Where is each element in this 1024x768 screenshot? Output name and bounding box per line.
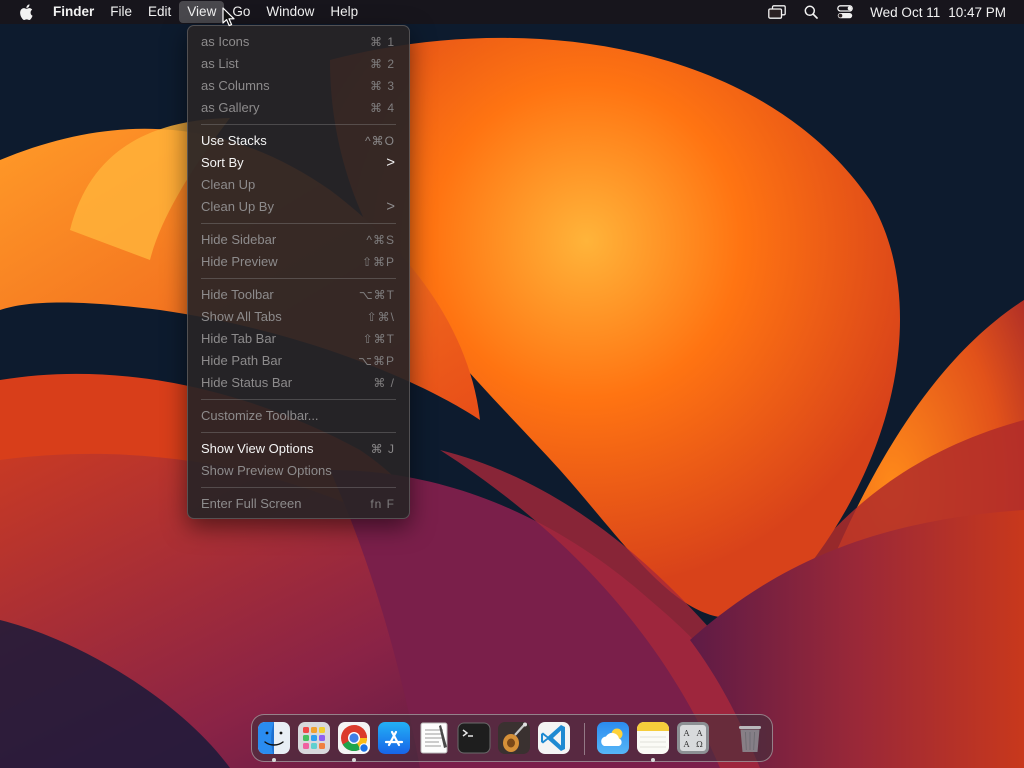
menu-item-clean-up-by[interactable]: Clean Up By > (188, 196, 409, 218)
menu-item-label: Hide Status Bar (201, 375, 293, 390)
menu-item-customize-toolbar[interactable]: Customize Toolbar... (188, 405, 409, 427)
clock-date: Wed Oct 11 (870, 4, 941, 20)
dock-running-indicator (651, 758, 655, 762)
menu-item-show-preview-options[interactable]: Show Preview Options (188, 460, 409, 482)
menu-separator (201, 399, 396, 400)
menu-item-show-all-tabs[interactable]: Show All Tabs ⇧⌘\ (188, 306, 409, 328)
menu-bar-status-area: Wed Oct 11 10:47 PM (760, 0, 1024, 24)
dock-notes-icon[interactable] (636, 721, 670, 755)
menu-item-hide-path-bar[interactable]: Hide Path Bar ⌥⌘P (188, 350, 409, 372)
dock-finder-icon[interactable] (257, 721, 291, 755)
menu-item-label: Enter Full Screen (201, 496, 302, 511)
menu-item-label: as Columns (201, 78, 270, 93)
menu-edit[interactable]: Edit (140, 1, 179, 23)
menu-item-as-columns[interactable]: as Columns ⌘ 3 (188, 75, 409, 97)
dock-terminal-icon[interactable] (457, 721, 491, 755)
submenu-chevron-icon: > (386, 198, 395, 215)
menu-window[interactable]: Window (258, 1, 322, 23)
menu-app-finder[interactable]: Finder (45, 1, 102, 23)
menu-item-shortcut: ⌘ 1 (369, 35, 395, 49)
menu-item-label: Show View Options (201, 441, 314, 456)
menu-file[interactable]: File (102, 1, 140, 23)
menu-item-label: Show Preview Options (201, 463, 332, 478)
menu-item-as-list[interactable]: as List ⌘ 2 (188, 53, 409, 75)
dock-chrome-icon[interactable] (337, 721, 371, 755)
menu-item-label: Customize Toolbar... (201, 408, 319, 423)
menu-item-shortcut: ^⌘S (366, 233, 395, 247)
menu-separator (201, 278, 396, 279)
menu-item-shortcut: ⌘ J (370, 442, 395, 456)
menu-item-shortcut: fn F (370, 497, 395, 511)
dock-trash-icon[interactable] (733, 721, 767, 755)
menu-item-label: as List (201, 56, 239, 71)
dock-instruments-icon[interactable] (497, 721, 531, 755)
menu-item-label: Hide Tab Bar (201, 331, 276, 346)
apple-menu-icon[interactable] (16, 2, 36, 22)
screen-mirroring-icon[interactable] (760, 1, 794, 23)
menu-item-shortcut: ⌘ 3 (369, 79, 395, 93)
menu-item-shortcut: ⇧⌘T (362, 332, 395, 346)
menu-bar-clock[interactable]: Wed Oct 11 10:47 PM (870, 5, 1006, 20)
clock-time: 10:47 PM (948, 4, 1006, 20)
spotlight-search-icon[interactable] (794, 1, 828, 23)
dock-separator (584, 723, 585, 755)
menu-help[interactable]: Help (322, 1, 366, 23)
dock-running-indicator (272, 758, 276, 762)
svg-text:A: A (696, 729, 703, 738)
menu-bar: Finder File Edit View Go Window Help Wed… (0, 0, 1024, 24)
menu-item-shortcut: ⇧⌘\ (366, 310, 395, 324)
menu-item-sort-by[interactable]: Sort By > (188, 152, 409, 174)
menu-item-shortcut: ^⌘O (365, 134, 395, 148)
dock-running-indicator (352, 758, 356, 762)
svg-text:A: A (683, 729, 690, 738)
menu-item-shortcut: ⌥⌘P (358, 354, 395, 368)
menu-item-shortcut: ⇧⌘P (361, 255, 395, 269)
menu-item-clean-up[interactable]: Clean Up (188, 174, 409, 196)
menu-item-label: Clean Up (201, 177, 256, 192)
menu-item-as-gallery[interactable]: as Gallery ⌘ 4 (188, 97, 409, 119)
menu-separator (201, 124, 396, 125)
menu-item-shortcut: ⌘ 4 (369, 101, 395, 115)
menu-item-hide-toolbar[interactable]: Hide Toolbar ⌥⌘T (188, 284, 409, 306)
menu-item-as-icons[interactable]: as Icons ⌘ 1 (188, 31, 409, 53)
menu-item-hide-status-bar[interactable]: Hide Status Bar ⌘ / (188, 372, 409, 394)
svg-text:A: A (683, 740, 690, 749)
menu-separator (201, 432, 396, 433)
svg-text:Ω: Ω (696, 740, 703, 749)
menu-item-label: Use Stacks (201, 133, 267, 148)
control-center-icon[interactable] (828, 1, 862, 23)
menu-item-shortcut: ⌘ / (373, 376, 395, 390)
menu-separator (201, 487, 396, 488)
menu-item-label: Sort By (201, 155, 244, 170)
dock-launchpad-icon[interactable] (297, 721, 331, 755)
menu-item-label: Hide Toolbar (201, 287, 274, 302)
menu-item-hide-sidebar[interactable]: Hide Sidebar ^⌘S (188, 229, 409, 251)
menu-item-label: Hide Preview (201, 254, 278, 269)
menu-item-use-stacks[interactable]: Use Stacks ^⌘O (188, 130, 409, 152)
menu-separator (201, 223, 396, 224)
menu-item-label: Hide Sidebar (201, 232, 277, 247)
mouse-pointer-icon (222, 7, 236, 27)
menu-item-shortcut: ⌘ 2 (369, 57, 395, 71)
menu-item-label: as Icons (201, 34, 250, 49)
dock: AAAΩ (251, 714, 773, 762)
dock-font-book-icon[interactable]: AAAΩ (676, 721, 710, 755)
view-menu-dropdown: as Icons ⌘ 1 as List ⌘ 2 as Columns ⌘ 3 as … (187, 25, 410, 519)
desktop-wallpaper (0, 0, 1024, 768)
menu-item-hide-tab-bar[interactable]: Hide Tab Bar ⇧⌘T (188, 328, 409, 350)
dock-weather-icon[interactable] (596, 721, 630, 755)
dock-app-store-icon[interactable] (377, 721, 411, 755)
submenu-chevron-icon: > (386, 154, 395, 171)
menu-view[interactable]: View (179, 1, 225, 23)
dock-vscode-icon[interactable] (537, 721, 571, 755)
menu-item-shortcut: ⌥⌘T (358, 288, 395, 302)
menu-item-label: Hide Path Bar (201, 353, 282, 368)
menu-item-enter-full-screen[interactable]: Enter Full Screen fn F (188, 493, 409, 515)
menu-item-label: as Gallery (201, 100, 260, 115)
menu-item-hide-preview[interactable]: Hide Preview ⇧⌘P (188, 251, 409, 273)
menu-item-label: Clean Up By (201, 199, 274, 214)
menu-item-show-view-options[interactable]: Show View Options ⌘ J (188, 438, 409, 460)
menu-item-label: Show All Tabs (201, 309, 282, 324)
dock-textedit-icon[interactable] (417, 721, 451, 755)
